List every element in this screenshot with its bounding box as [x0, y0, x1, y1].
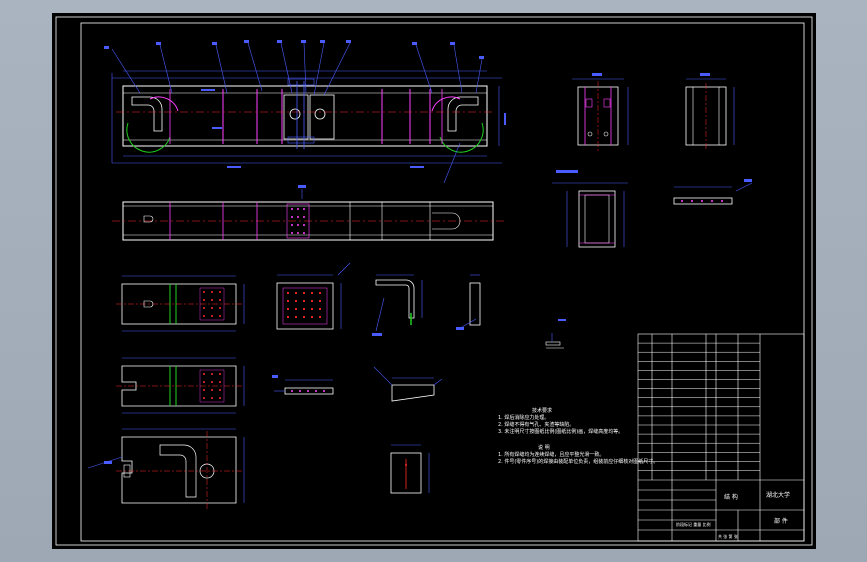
part-plate-1: [116, 275, 245, 332]
part-plate-2: [116, 357, 245, 414]
part-small-bar: [456, 274, 481, 330]
title-sub-label: 部 件: [774, 517, 788, 525]
flat-bar-view: [673, 179, 753, 205]
tech-notes-title: 技术要求: [532, 408, 553, 414]
tech-note-3: 3. 未注明尺寸按图纸比例(图纸比例)画，焊缝高度均等。: [498, 429, 624, 435]
explain-note-2: 2. 件号(零件序号)的焊接由装配单位负责，组装前应仔细核对图纸尺寸。: [498, 459, 659, 465]
side-view-b: [685, 73, 735, 149]
drawing-sheet: 结 构 湖北大学 部 件 阶段标记 重量 比例 共 张 第 张: [55, 16, 813, 546]
section-box-view: [552, 170, 628, 248]
part-perforated-strip: [272, 375, 334, 395]
title-sheet-row: 共 张 第 张: [718, 533, 738, 539]
main-elevation-view: [104, 40, 506, 184]
part-perforated-plate: [276, 262, 351, 330]
part-wedge: [373, 366, 443, 402]
part-lug-plate: [390, 444, 430, 494]
drawing-canvas[interactable]: 结 构 湖北大学 部 件 阶段标记 重量 比例 共 张 第 张 技术要求 1. …: [52, 13, 816, 549]
explain-note-1: 1. 所有焊缝均为连续焊缝，且应平整光滑一致。: [498, 452, 605, 458]
tech-note-2: 2. 焊缝不得有气孔、夹渣等缺陷。: [498, 422, 575, 428]
part-weld-detail: [545, 319, 566, 349]
inner-border: [80, 22, 805, 542]
title-drawing-name: 结 构: [724, 493, 738, 501]
part-bent-bracket: [372, 274, 423, 336]
plan-view: [112, 185, 504, 241]
side-view-a: [572, 73, 629, 151]
explain-title: 说 明: [538, 445, 550, 451]
tech-note-1: 1. 焊后消除应力处理。: [498, 415, 550, 421]
part-hook-plate: [87, 428, 245, 509]
title-block: [638, 479, 804, 541]
cad-viewport[interactable]: 结 构 湖北大学 部 件 阶段标记 重量 比例 共 张 第 张 技术要求 1. …: [0, 0, 867, 562]
title-scale-row: 阶段标记 重量 比例: [676, 521, 711, 527]
explanation-notes: 说 明 1. 所有焊缝均为连续焊缝，且应平整光滑一致。 2. 件号(零件序号)的…: [498, 445, 658, 466]
outer-border: [55, 16, 813, 546]
technical-notes: 技术要求 1. 焊后消除应力处理。 2. 焊缝不得有气孔、夹渣等缺陷。 3. 未…: [498, 408, 623, 436]
title-university: 湖北大学: [766, 491, 790, 499]
